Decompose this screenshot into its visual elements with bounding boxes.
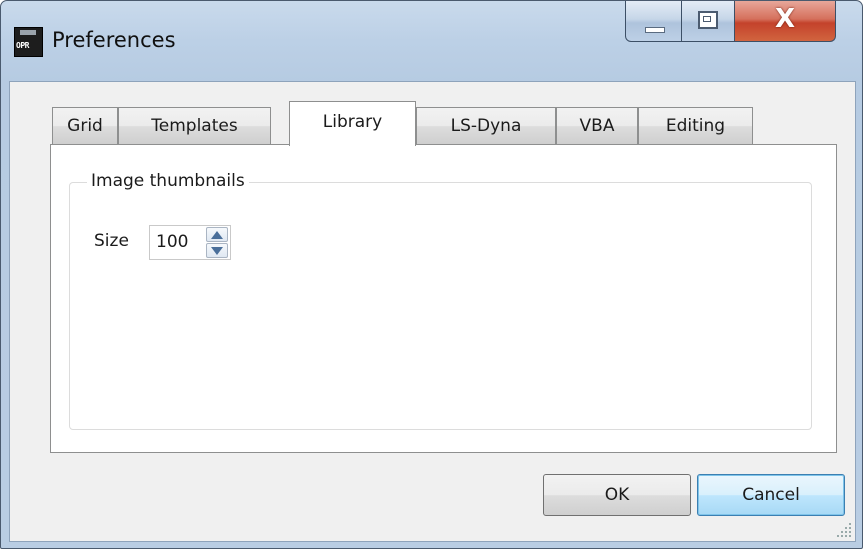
window-title: Preferences [52, 28, 176, 52]
resize-grip-icon[interactable] [837, 523, 851, 537]
size-spinbox[interactable] [149, 225, 231, 260]
minimize-button[interactable] [625, 1, 682, 42]
size-input[interactable] [156, 226, 204, 259]
cancel-button[interactable]: Cancel [697, 474, 845, 516]
close-icon: X [774, 4, 796, 34]
tab-library[interactable]: Library [289, 101, 416, 146]
close-button[interactable]: X [734, 1, 836, 42]
spin-up-button[interactable] [206, 227, 228, 242]
tab-grid[interactable]: Grid [52, 107, 118, 144]
maximize-button[interactable] [681, 1, 735, 42]
tab-templates[interactable]: Templates [118, 107, 271, 144]
spin-down-button[interactable] [206, 243, 228, 258]
arrow-down-icon [211, 247, 223, 255]
tab-editing[interactable]: Editing [638, 107, 753, 144]
ok-button[interactable]: OK [543, 474, 691, 516]
tab-vba[interactable]: VBA [556, 107, 638, 144]
minimize-icon [645, 27, 665, 33]
image-thumbnails-group [69, 182, 812, 430]
title-bar[interactable]: OPR Preferences X [1, 1, 862, 81]
app-icon-text: OPR [16, 41, 29, 50]
dialog-body: Grid Templates Library LS-Dyna VBA Editi… [9, 81, 856, 542]
size-label: Size [94, 231, 129, 251]
library-tab-panel: Image thumbnails Size [50, 144, 837, 453]
group-title: Image thumbnails [87, 171, 249, 191]
app-icon: OPR [14, 27, 43, 57]
maximize-icon [698, 11, 718, 29]
arrow-up-icon [211, 231, 223, 239]
tab-ls-dyna[interactable]: LS-Dyna [416, 107, 556, 144]
preferences-window: OPR Preferences X Grid Templates Library… [0, 0, 863, 549]
